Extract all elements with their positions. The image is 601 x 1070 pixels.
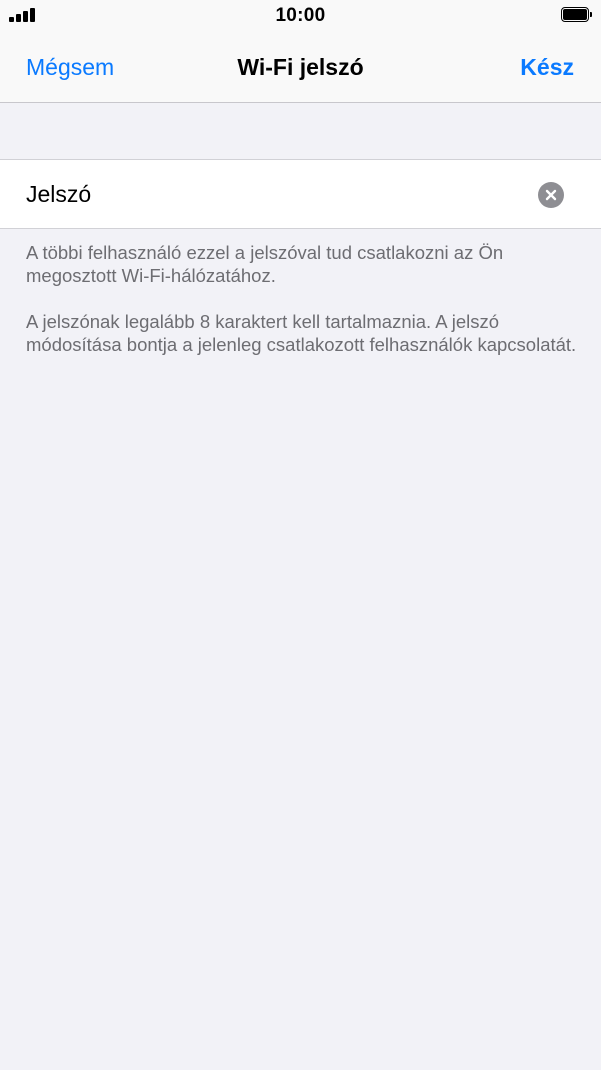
cancel-button[interactable]: Mégsem <box>26 54 114 81</box>
done-button[interactable]: Kész <box>520 54 574 81</box>
navigation-bar: Mégsem Wi-Fi jelszó Kész <box>0 34 601 103</box>
clear-icon[interactable] <box>538 182 564 208</box>
battery-icon <box>561 7 595 24</box>
status-time: 10:00 <box>275 5 326 26</box>
password-input[interactable] <box>26 172 506 216</box>
footer-text-sharing: A többi felhasználó ezzel a jelszóval tu… <box>26 242 504 286</box>
footer-text-requirements: A jelszónak legalább 8 karaktert kell ta… <box>26 311 577 355</box>
section-footer: A többi felhasználó ezzel a jelszóval tu… <box>26 241 578 379</box>
status-bar: 10:00 <box>0 0 601 34</box>
password-cell <box>0 159 601 229</box>
